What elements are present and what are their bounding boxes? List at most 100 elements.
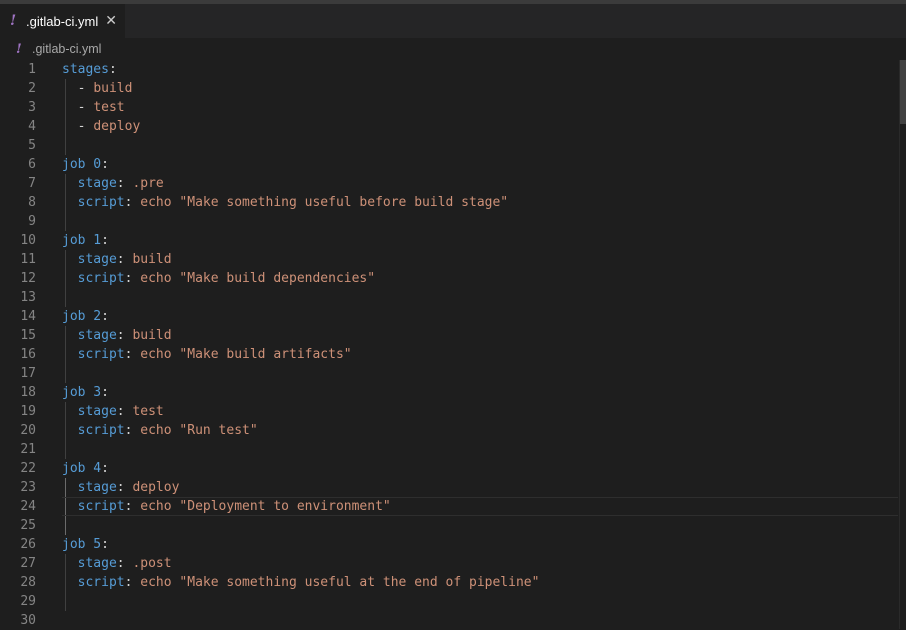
code-token: job 4	[62, 461, 101, 476]
code-text: job 3:	[62, 383, 109, 402]
code-line[interactable]: 13	[0, 288, 906, 307]
code-line[interactable]: 6job 0:	[0, 155, 906, 174]
code-token: :	[101, 461, 109, 476]
code-line[interactable]: 4 - deploy	[0, 117, 906, 136]
code-line[interactable]: 2 - build	[0, 79, 906, 98]
code-line[interactable]: 28 script: echo "Make something useful a…	[0, 573, 906, 592]
indent-guide	[65, 326, 66, 383]
code-line[interactable]: 5	[0, 136, 906, 155]
line-number: 25	[0, 516, 36, 535]
code-token: stage	[78, 252, 117, 267]
code-text: job 5:	[62, 535, 109, 554]
code-line[interactable]: 25	[0, 516, 906, 535]
code-token: :	[117, 176, 133, 191]
code-token: :	[109, 62, 117, 77]
code-token: job 2	[62, 309, 101, 324]
code-line[interactable]: 17	[0, 364, 906, 383]
code-token: stage	[78, 176, 117, 191]
editor-tab-bar: ! .gitlab-ci.yml ✕	[0, 4, 906, 38]
code-text: - build	[62, 79, 132, 98]
line-number: 29	[0, 592, 36, 611]
line-number: 15	[0, 326, 36, 345]
code-token: echo "Deployment to environment"	[140, 499, 390, 514]
line-number: 18	[0, 383, 36, 402]
code-token: :	[125, 195, 141, 210]
code-token: stages	[62, 62, 109, 77]
code-line[interactable]: 27 stage: .post	[0, 554, 906, 573]
line-number: 21	[0, 440, 36, 459]
code-line[interactable]: 14job 2:	[0, 307, 906, 326]
code-text: script: echo "Make something useful befo…	[62, 193, 508, 212]
code-line[interactable]: 23 stage: deploy	[0, 478, 906, 497]
line-number: 23	[0, 478, 36, 497]
line-number: 11	[0, 250, 36, 269]
code-line[interactable]: 12 script: echo "Make build dependencies…	[0, 269, 906, 288]
line-number: 17	[0, 364, 36, 383]
line-number: 27	[0, 554, 36, 573]
indent-guide	[65, 174, 66, 231]
code-line[interactable]: 22 job 4:	[0, 459, 906, 478]
close-icon[interactable]: ✕	[105, 13, 117, 29]
code-line[interactable]: 8 script: echo "Make something useful be…	[0, 193, 906, 212]
code-line[interactable]: 19 stage: test	[0, 402, 906, 421]
code-token: deploy	[132, 480, 179, 495]
line-number: 12	[0, 269, 36, 288]
code-text: stage: test	[62, 402, 164, 421]
yaml-file-icon: !	[16, 42, 26, 57]
code-token: job 5	[62, 537, 101, 552]
code-token: -	[62, 100, 93, 115]
code-line[interactable]: 30	[0, 611, 906, 630]
code-token: :	[125, 499, 141, 514]
code-line[interactable]: 21	[0, 440, 906, 459]
code-token: build	[132, 252, 171, 267]
code-token: echo "Run test"	[140, 423, 257, 438]
code-text: script: echo "Make build dependencies"	[62, 269, 375, 288]
editor-tab-gitlab-ci[interactable]: ! .gitlab-ci.yml ✕	[0, 4, 125, 38]
code-text: stage: .pre	[62, 174, 164, 193]
code-editor[interactable]: 1stages:2 - build3 - test4 - deploy56job…	[0, 60, 906, 629]
code-line[interactable]: 20 script: echo "Run test"	[0, 421, 906, 440]
line-number: 2	[0, 79, 36, 98]
code-line[interactable]: 26job 5:	[0, 535, 906, 554]
code-line[interactable]: 29	[0, 592, 906, 611]
indent-guide	[65, 554, 66, 611]
code-token: script	[78, 347, 125, 362]
code-token: deploy	[93, 119, 140, 134]
line-number: 16	[0, 345, 36, 364]
code-token: script	[78, 499, 125, 514]
code-line[interactable]: 11 stage: build	[0, 250, 906, 269]
code-token: :	[101, 233, 109, 248]
line-number: 28	[0, 573, 36, 592]
line-number: 24	[0, 497, 36, 516]
code-token: build	[93, 81, 132, 96]
code-line[interactable]: 1stages:	[0, 60, 906, 79]
code-line[interactable]: 10 job 1:	[0, 231, 906, 250]
line-number: 10	[0, 231, 36, 250]
code-token: stage	[78, 480, 117, 495]
code-line[interactable]: 15 stage: build	[0, 326, 906, 345]
line-number: 6	[0, 155, 36, 174]
code-token: echo "Make build dependencies"	[140, 271, 375, 286]
line-number: 22	[0, 459, 36, 478]
indent-guide	[65, 79, 66, 155]
code-text: stage: build	[62, 250, 172, 269]
code-text: stage: deploy	[62, 478, 179, 497]
code-token: build	[132, 328, 171, 343]
code-text: job 1:	[62, 231, 109, 250]
code-line[interactable]: 16 script: echo "Make build artifacts"	[0, 345, 906, 364]
indent-guide	[65, 250, 66, 307]
code-line[interactable]: 18 job 3:	[0, 383, 906, 402]
code-token: -	[62, 119, 93, 134]
vertical-scrollbar[interactable]	[899, 60, 906, 629]
code-token: job 1	[62, 233, 101, 248]
code-token: :	[117, 328, 133, 343]
code-line[interactable]: 24 script: echo "Deployment to environme…	[0, 497, 906, 516]
code-line[interactable]: 9	[0, 212, 906, 231]
code-token: script	[78, 195, 125, 210]
yaml-file-icon: !	[10, 13, 20, 29]
code-token: test	[93, 100, 124, 115]
code-line[interactable]: 7 stage: .pre	[0, 174, 906, 193]
breadcrumb-item-file[interactable]: .gitlab-ci.yml	[32, 42, 101, 56]
code-line[interactable]: 3 - test	[0, 98, 906, 117]
scrollbar-thumb[interactable]	[900, 60, 906, 124]
